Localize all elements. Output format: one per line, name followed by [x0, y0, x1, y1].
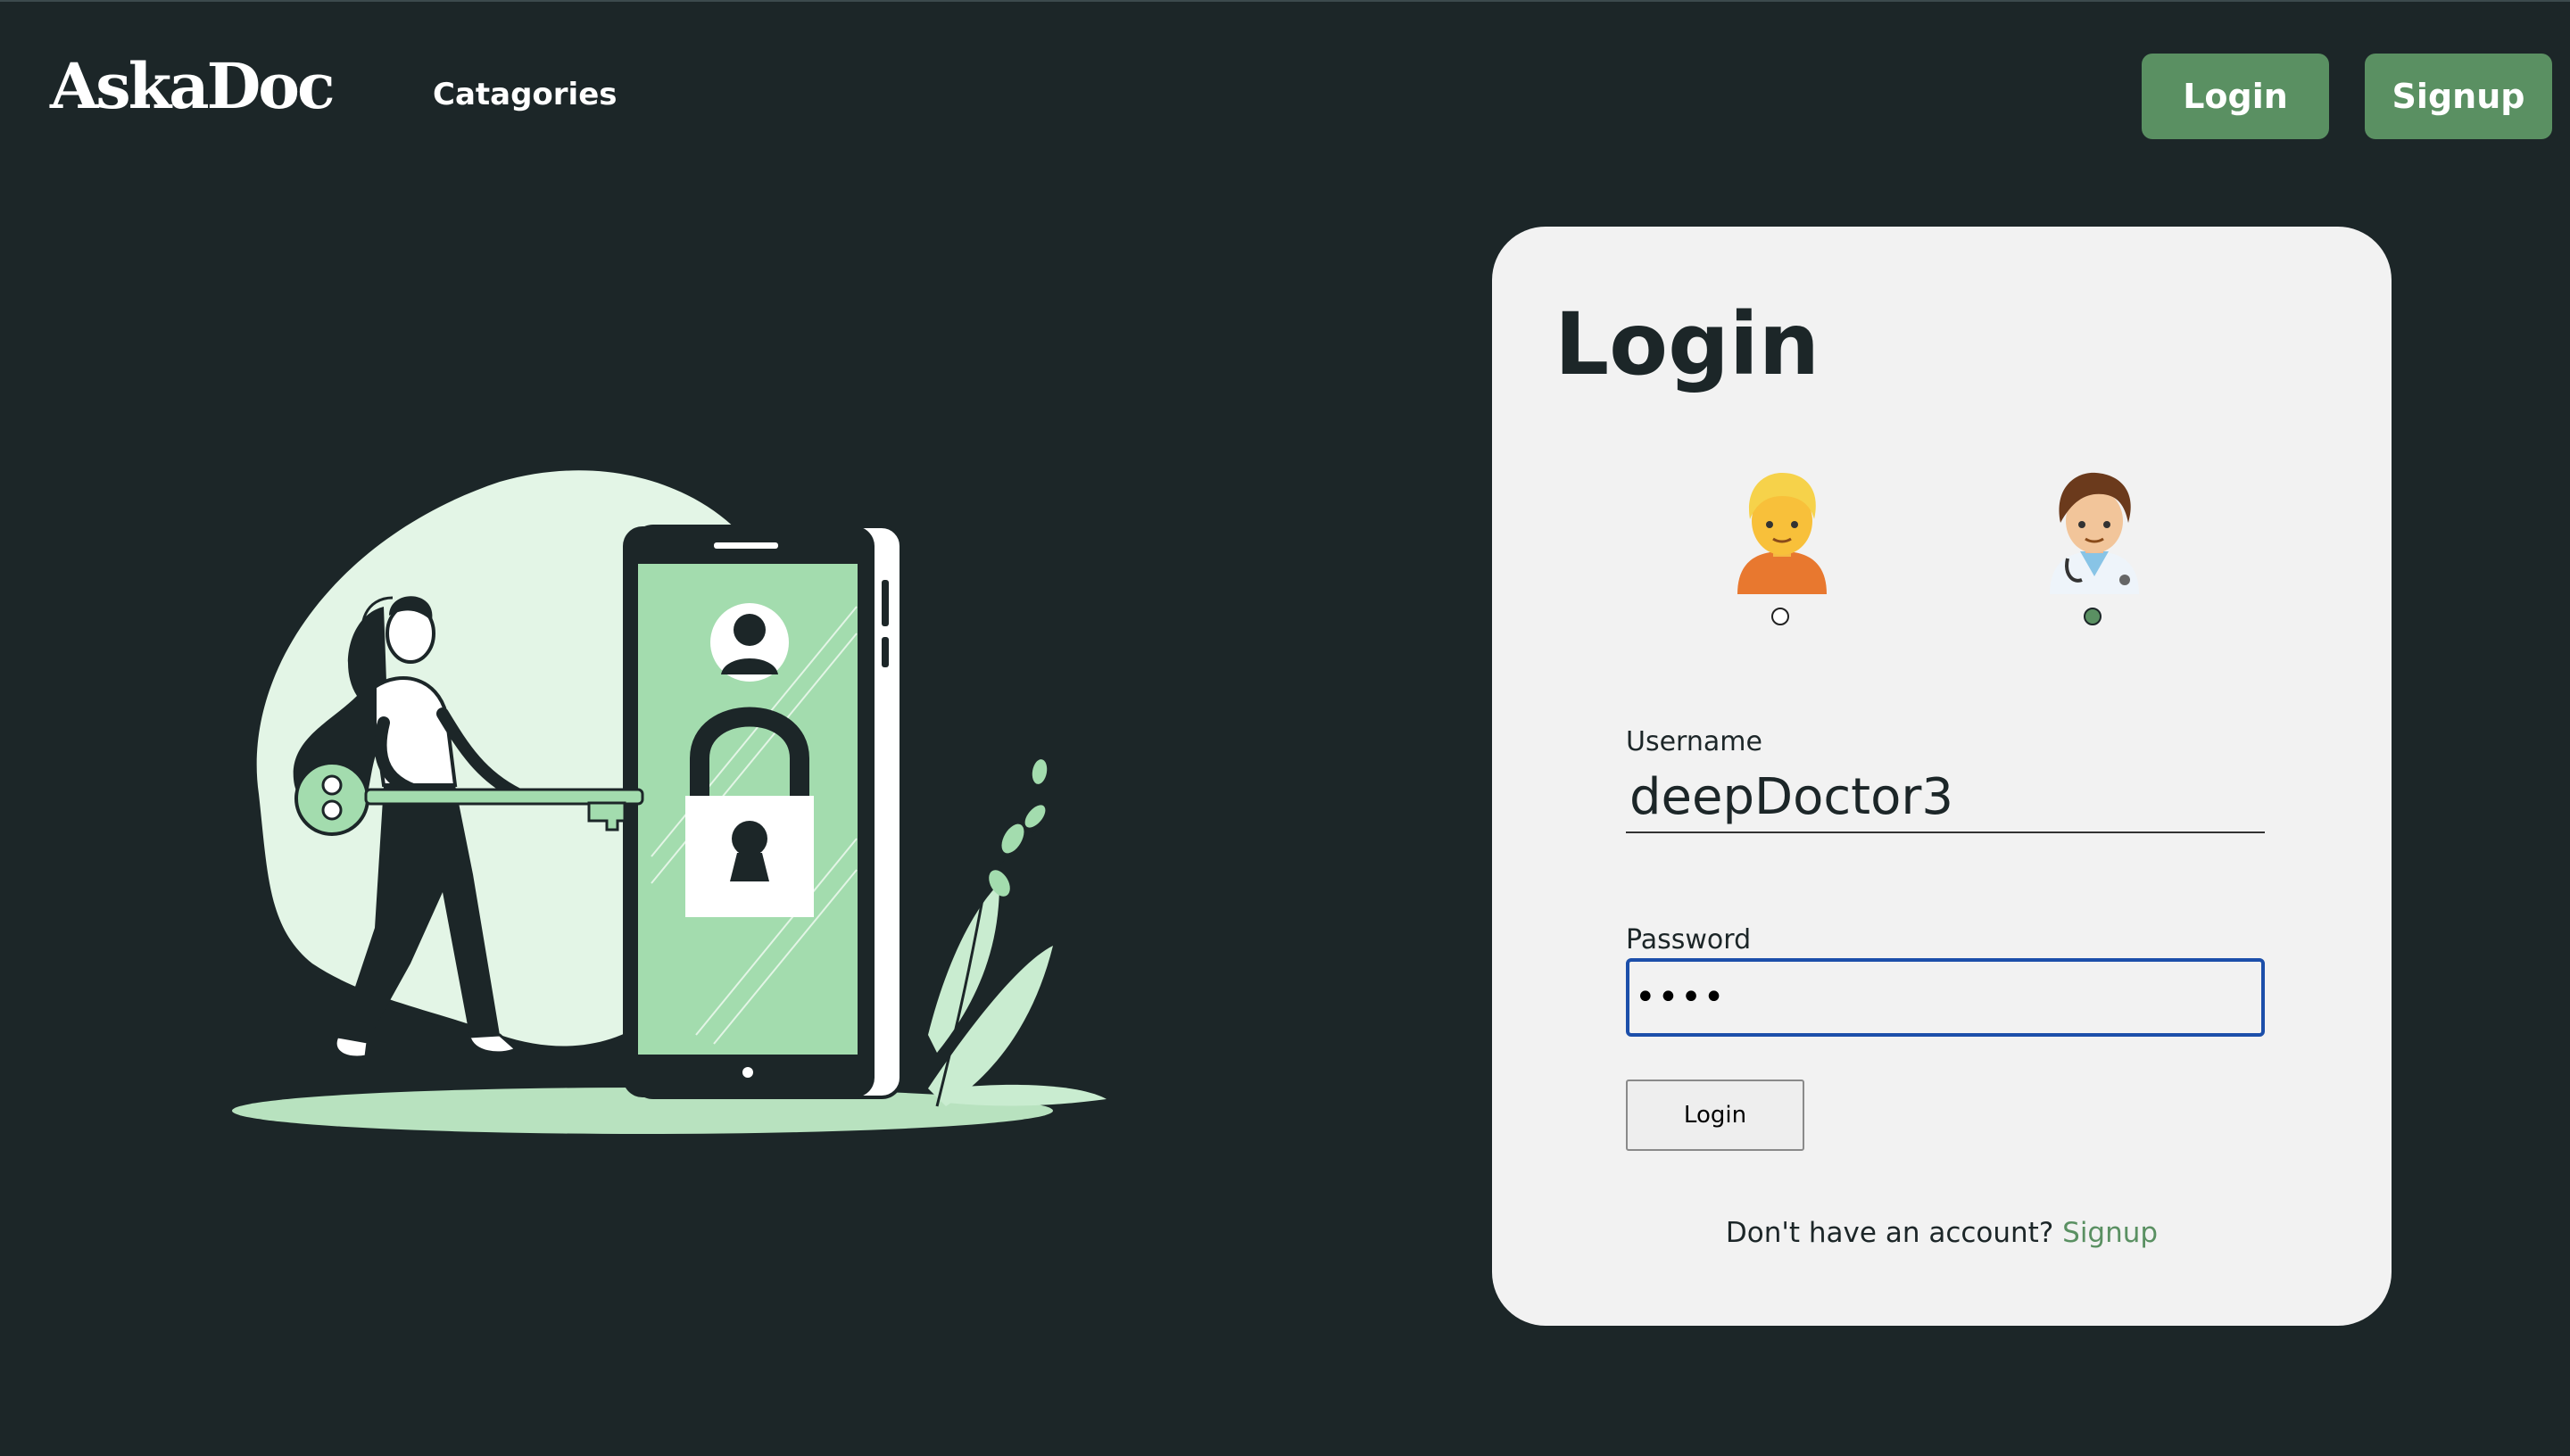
- login-submit-button[interactable]: Login: [1626, 1080, 1804, 1151]
- signup-link[interactable]: Signup: [2062, 1217, 2158, 1249]
- password-input[interactable]: [1626, 958, 2265, 1037]
- patient-radio[interactable]: [1771, 608, 1789, 625]
- header-signup-button[interactable]: Signup: [2365, 54, 2552, 139]
- login-title: Login: [1554, 294, 1820, 394]
- username-label: Username: [1626, 726, 1762, 757]
- brand-logo[interactable]: AskaDoc: [50, 55, 336, 118]
- header-login-button[interactable]: Login: [2142, 54, 2329, 139]
- user-avatar-icon: [710, 603, 789, 682]
- password-label: Password: [1626, 924, 1752, 956]
- role-patient-option[interactable]: [1715, 469, 1849, 648]
- role-doctor-option[interactable]: [2027, 469, 2161, 648]
- plant-icon: [928, 883, 1107, 1106]
- patient-emoji-icon: [1737, 473, 1827, 594]
- username-input[interactable]: [1626, 762, 2265, 833]
- login-security-illustration: [232, 470, 1107, 1134]
- nav-categories-link[interactable]: Catagories: [433, 77, 618, 112]
- top-border: [0, 0, 2570, 2]
- signup-prompt: Don't have an account? Signup: [1492, 1217, 2392, 1249]
- no-account-text: Don't have an account?: [1725, 1217, 2054, 1249]
- health-worker-emoji-icon: [2050, 472, 2139, 594]
- doctor-radio[interactable]: [2084, 608, 2102, 625]
- login-card: Login Username Password: [1492, 227, 2392, 1326]
